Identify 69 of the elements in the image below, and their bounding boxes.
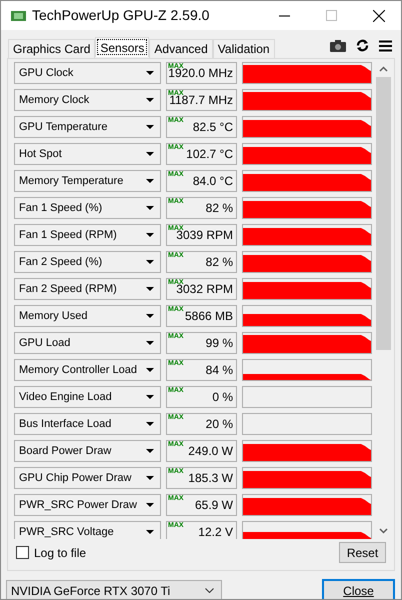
scroll-thumb[interactable] (376, 77, 391, 350)
dropdown-arrow-icon (146, 260, 154, 264)
tab[interactable]: Sensors (95, 37, 150, 57)
sensor-value: 82.5 °C (192, 120, 233, 134)
camera-icon[interactable] (330, 40, 346, 52)
sensor-value: 82 % (206, 201, 233, 215)
reset-button[interactable]: Reset (339, 542, 386, 563)
scroll-down-icon[interactable] (379, 528, 388, 534)
dropdown-arrow-icon (146, 368, 154, 372)
sensor-value: 5866 MB (184, 309, 233, 323)
sensor-select[interactable]: Fan 1 Speed (RPM) (14, 224, 161, 246)
sensor-value: 82 % (206, 255, 233, 269)
sensor-select[interactable]: GPU Clock (14, 62, 161, 84)
sensor-select[interactable]: Memory Clock (14, 89, 161, 111)
sensor-select[interactable]: Fan 2 Speed (%) (14, 251, 161, 273)
sensor-value: 249.0 W (188, 444, 233, 458)
dropdown-arrow-icon (146, 233, 154, 237)
dropdown-arrow-icon (146, 395, 154, 399)
dropdown-arrow-icon (146, 98, 154, 102)
chevron-icon (205, 588, 214, 593)
sensor-select[interactable]: Memory Controller Load (14, 359, 161, 381)
sensor-select[interactable]: GPU Temperature (14, 116, 161, 138)
app-icon (11, 10, 26, 22)
dropdown-arrow-icon (146, 503, 154, 507)
sensor-select[interactable]: Fan 1 Speed (%) (14, 197, 161, 219)
tab[interactable]: Advanced (149, 39, 213, 58)
checkbox[interactable] (16, 546, 29, 559)
dropdown-arrow-icon (146, 341, 154, 345)
sensor-select[interactable]: GPU Load (14, 332, 161, 354)
sensor-select[interactable]: Board Power Draw (14, 440, 161, 462)
sensor-value: 185.3 W (188, 471, 233, 485)
gpu-select[interactable]: NVIDIA GeForce RTX 3070 Ti (6, 580, 222, 599)
sensor-select[interactable]: Fan 2 Speed (RPM) (14, 278, 161, 300)
window-title: TechPowerUp GPU-Z 2.59.0 (32, 6, 210, 25)
sensor-select[interactable]: PWR_SRC Power Draw (14, 494, 161, 516)
sensor-value: 102.7 °C (186, 147, 233, 161)
sensor-select[interactable]: Memory Used (14, 305, 161, 327)
sensor-select[interactable]: Memory Temperature (14, 170, 161, 192)
dropdown-arrow-icon (146, 125, 154, 129)
dropdown-arrow-icon (146, 314, 154, 318)
dropdown-arrow-icon (146, 179, 154, 183)
sensor-select[interactable]: Bus Interface Load (14, 413, 161, 435)
dropdown-arrow-icon (146, 449, 154, 453)
sensor-value: 12.2 V (198, 525, 233, 539)
sensor-select[interactable]: Video Engine Load (14, 386, 161, 408)
sensor-select[interactable]: Hot Spot (14, 143, 161, 165)
dropdown-arrow-icon (146, 206, 154, 210)
tab[interactable]: Validation (212, 39, 275, 58)
sensor-select[interactable]: GPU Chip Power Draw (14, 467, 161, 489)
close-button[interactable]: Close (322, 579, 395, 599)
sensor-value: 65.9 W (194, 498, 233, 512)
dropdown-arrow-icon (146, 422, 154, 426)
menu-icon[interactable] (379, 40, 392, 52)
sensor-value: 20 % (206, 417, 233, 431)
tab[interactable]: Graphics Card (8, 39, 96, 58)
dropdown-arrow-icon (146, 476, 154, 480)
close-icon[interactable] (373, 10, 385, 22)
sensor-value: 99 % (206, 336, 233, 350)
dropdown-arrow-icon (146, 71, 154, 75)
sensor-value: 84.0 °C (192, 174, 233, 188)
dropdown-arrow-icon (146, 287, 154, 291)
scroll-up-icon[interactable] (379, 66, 388, 72)
dropdown-arrow-icon (146, 530, 154, 534)
sensor-value: 84 % (206, 363, 233, 377)
sensor-select[interactable]: PWR_SRC Voltage (14, 521, 161, 539)
checkbox-label: Log to file (34, 544, 86, 562)
refresh-icon[interactable] (356, 39, 369, 52)
sensor-value: 0 % (212, 390, 233, 404)
dropdown-arrow-icon (146, 152, 154, 156)
